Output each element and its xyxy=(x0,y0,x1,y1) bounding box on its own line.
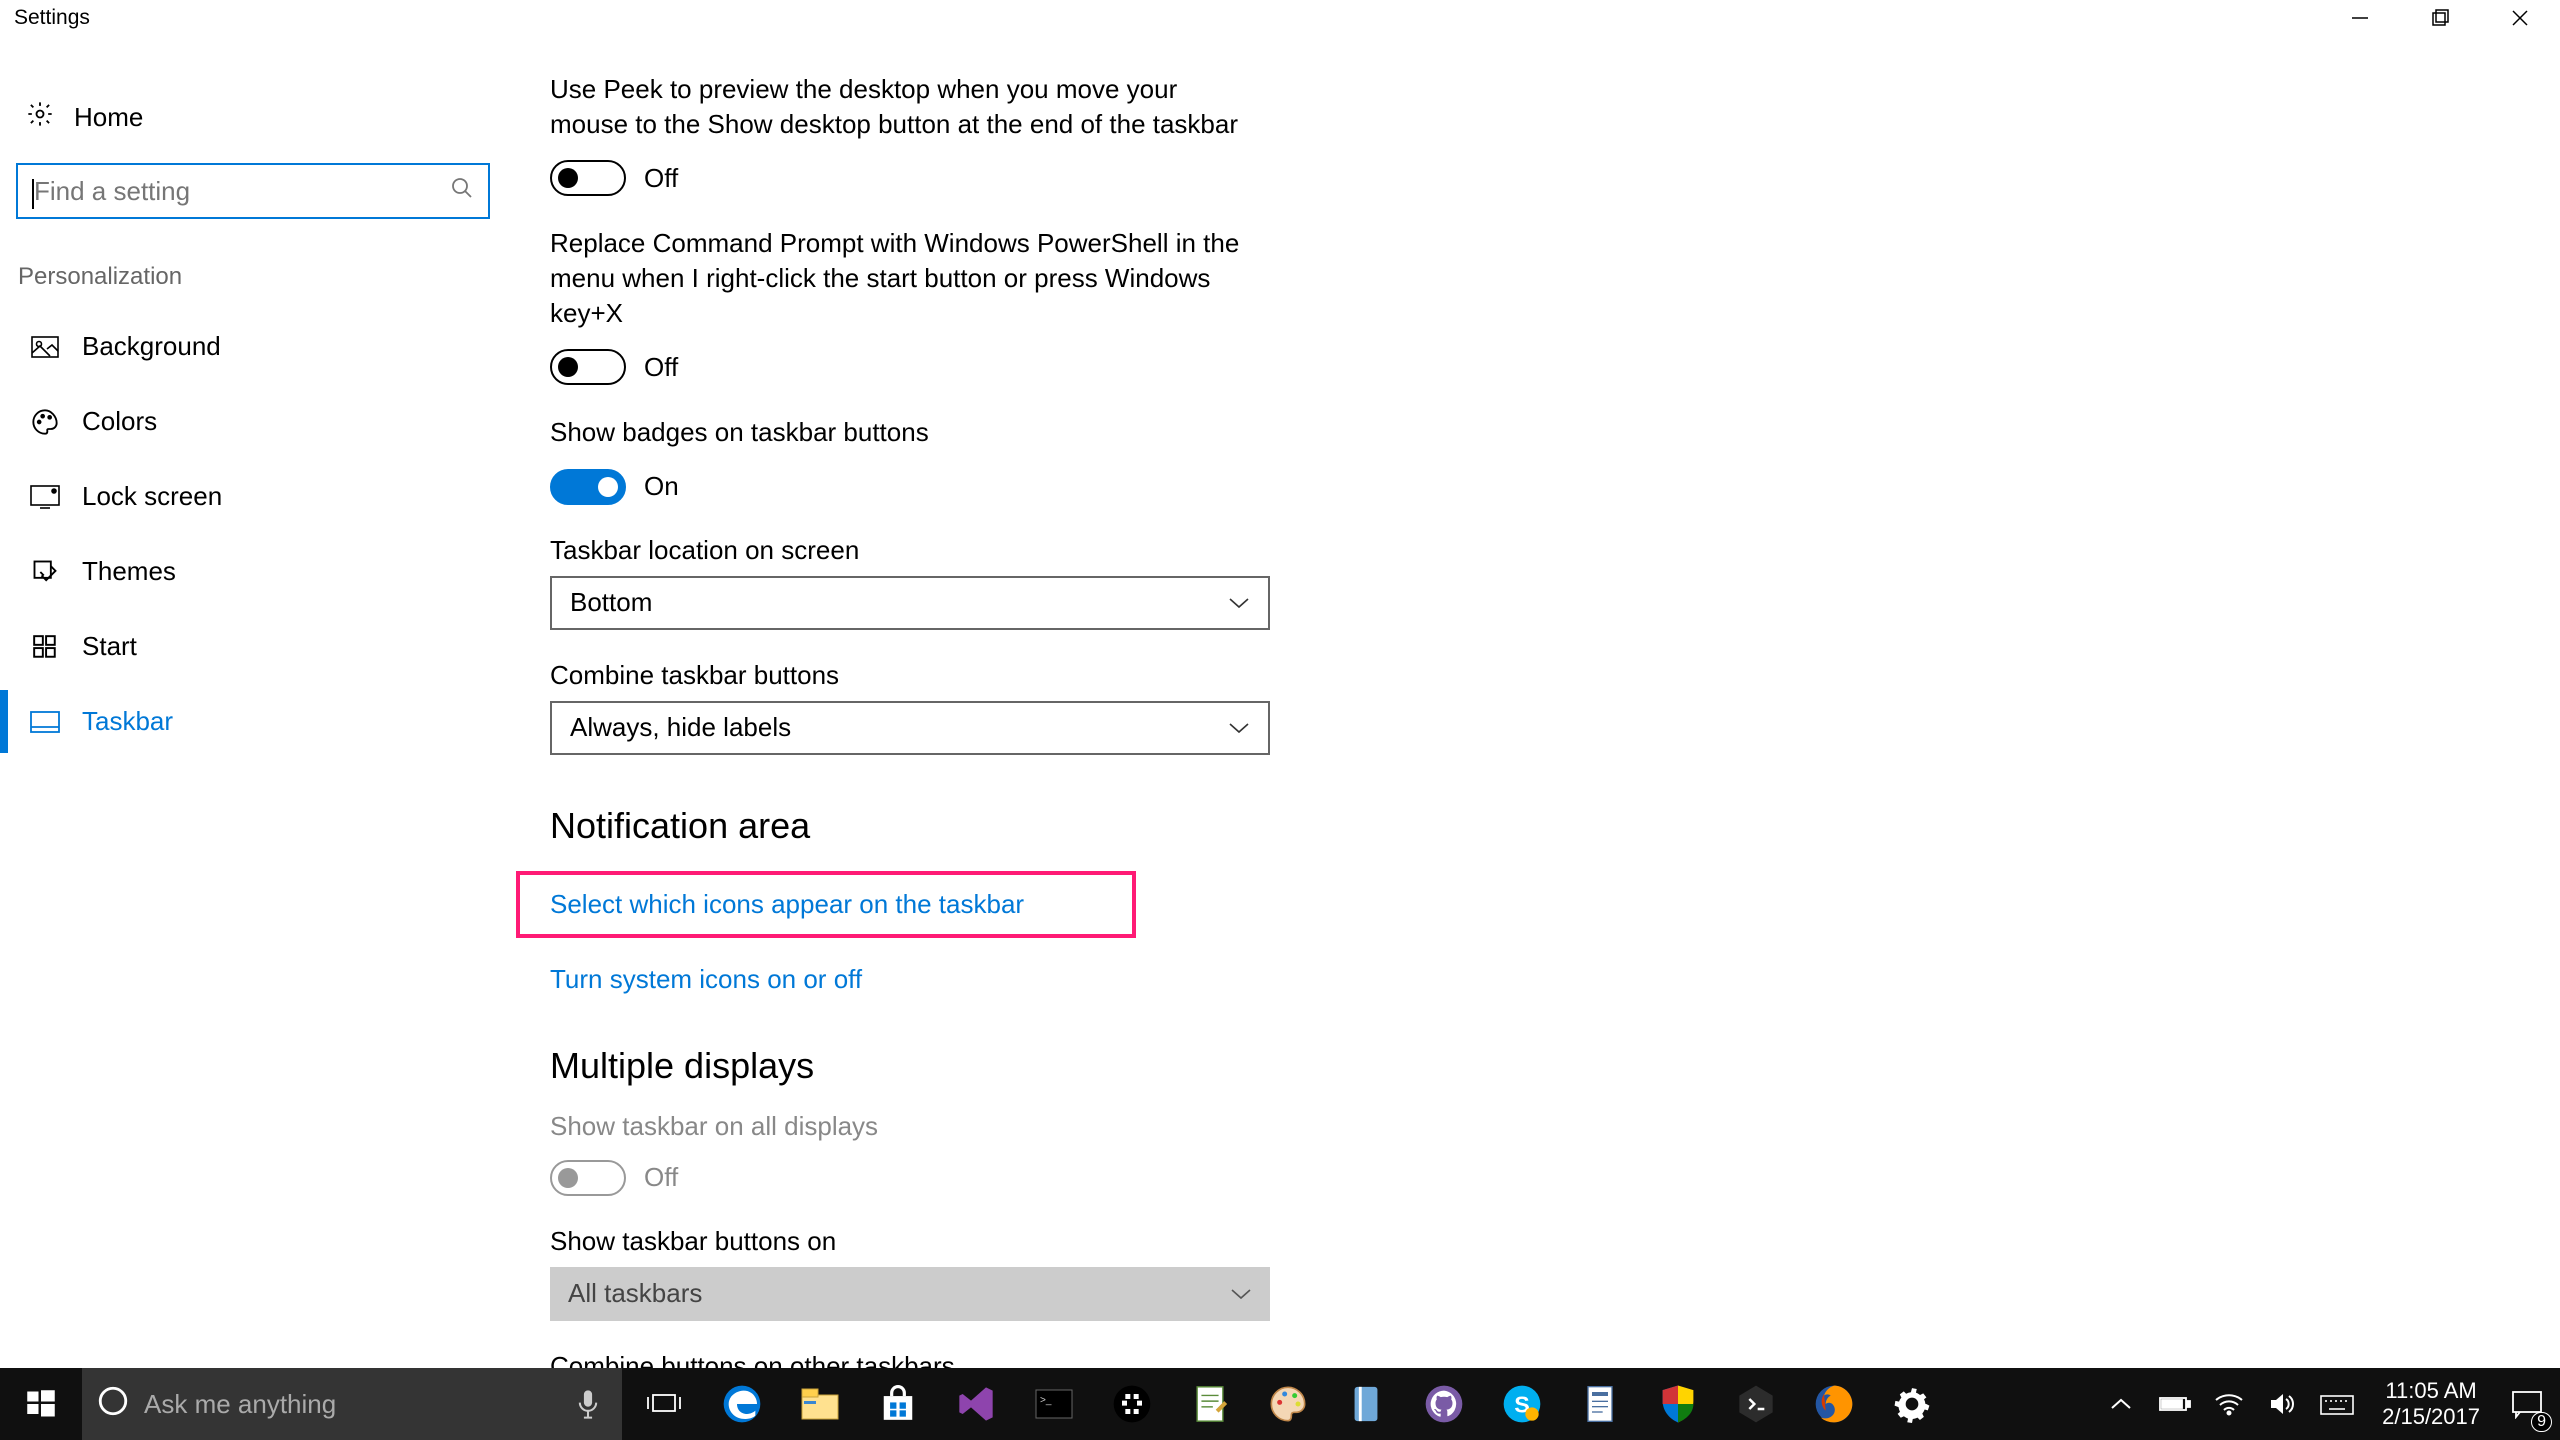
taskbar-app-paint[interactable] xyxy=(1250,1368,1326,1440)
sidebar-item-label: Taskbar xyxy=(82,706,173,737)
taskbar-location-label: Taskbar location on screen xyxy=(550,535,2520,566)
search-placeholder: Find a setting xyxy=(32,176,450,207)
microphone-icon[interactable] xyxy=(568,1389,608,1419)
palette-icon xyxy=(30,407,60,437)
cortana-placeholder: Ask me anything xyxy=(144,1389,336,1420)
taskbar-app-skype[interactable]: S xyxy=(1484,1368,1560,1440)
lockscreen-icon xyxy=(30,482,60,512)
show-buttons-on-dropdown: All taskbars xyxy=(550,1267,1270,1321)
dropdown-value: Always, hide labels xyxy=(570,712,791,743)
window-titlebar: Settings xyxy=(0,0,2560,36)
svg-text:>_: >_ xyxy=(1040,1395,1052,1406)
show-buttons-on-label: Show taskbar buttons on xyxy=(550,1226,2520,1257)
show-taskbar-all-label: Show taskbar on all displays xyxy=(550,1111,2520,1142)
toggle-badges-state: On xyxy=(644,471,679,502)
taskbar-app-bash[interactable] xyxy=(1718,1368,1794,1440)
sidebar-item-label: Lock screen xyxy=(82,481,222,512)
window-title: Settings xyxy=(14,6,90,30)
notification-area-heading: Notification area xyxy=(550,805,2520,847)
windows-taskbar: Ask me anything >_ S 11:05 AM 2/15/2017 … xyxy=(0,1368,2560,1440)
dropdown-value: Bottom xyxy=(570,587,652,618)
taskbar-clock[interactable]: 11:05 AM 2/15/2017 xyxy=(2368,1378,2494,1431)
picture-icon xyxy=(30,332,60,362)
tray-wifi-icon[interactable] xyxy=(2204,1368,2254,1440)
task-view-button[interactable] xyxy=(626,1368,702,1440)
setting-powershell-desc: Replace Command Prompt with Windows Powe… xyxy=(550,226,1250,331)
close-button[interactable] xyxy=(2480,0,2560,36)
start-icon xyxy=(30,632,60,662)
maximize-button[interactable] xyxy=(2400,0,2480,36)
taskbar-app-book[interactable] xyxy=(1328,1368,1404,1440)
tray-battery-icon[interactable] xyxy=(2150,1368,2200,1440)
settings-sidebar: Home Find a setting Personalization Back… xyxy=(0,36,530,1368)
toggle-show-all-displays xyxy=(550,1160,626,1196)
link-select-icons-highlight: Select which icons appear on the taskbar xyxy=(516,871,1136,938)
taskbar-app-defender[interactable] xyxy=(1640,1368,1716,1440)
tray-overflow-button[interactable] xyxy=(2096,1368,2146,1440)
taskbar-app-terminal[interactable]: >_ xyxy=(1016,1368,1092,1440)
sidebar-section-label: Personalization xyxy=(0,233,530,309)
sidebar-item-label: Start xyxy=(82,631,137,662)
window-caption-buttons xyxy=(2320,0,2560,36)
taskbar-app-settings[interactable] xyxy=(1874,1368,1950,1440)
toggle-powershell-state: Off xyxy=(644,352,678,383)
sidebar-item-label: Background xyxy=(82,331,221,362)
cortana-search[interactable]: Ask me anything xyxy=(82,1368,622,1440)
taskbar-app-visualstudio[interactable] xyxy=(938,1368,1014,1440)
settings-content: Use Peek to preview the desktop when you… xyxy=(530,36,2560,1368)
system-tray xyxy=(2096,1368,2368,1440)
dropdown-value: All taskbars xyxy=(568,1278,702,1309)
cortana-icon xyxy=(96,1384,130,1425)
link-select-icons[interactable]: Select which icons appear on the taskbar xyxy=(550,889,1024,920)
minimize-button[interactable] xyxy=(2320,0,2400,36)
link-system-icons[interactable]: Turn system icons on or off xyxy=(550,964,862,995)
chevron-down-icon xyxy=(1228,721,1250,735)
sidebar-item-background[interactable]: Background xyxy=(0,309,530,384)
sidebar-item-label: Colors xyxy=(82,406,157,437)
chevron-down-icon xyxy=(1230,1287,1252,1301)
search-icon xyxy=(450,176,474,207)
tray-volume-icon[interactable] xyxy=(2258,1368,2308,1440)
toggle-powershell[interactable] xyxy=(550,349,626,385)
toggle-badges[interactable] xyxy=(550,469,626,505)
notification-count-badge: 9 xyxy=(2531,1412,2552,1432)
toggle-show-all-state: Off xyxy=(644,1162,678,1193)
taskbar-app-edge[interactable] xyxy=(704,1368,780,1440)
sidebar-item-lockscreen[interactable]: Lock screen xyxy=(0,459,530,534)
taskbar-location-dropdown[interactable]: Bottom xyxy=(550,576,1270,630)
toggle-peek[interactable] xyxy=(550,160,626,196)
chevron-down-icon xyxy=(1228,596,1250,610)
combine-taskbar-label: Combine taskbar buttons xyxy=(550,660,2520,691)
clock-time: 11:05 AM xyxy=(2382,1378,2480,1404)
taskbar-app-slack[interactable] xyxy=(1094,1368,1170,1440)
home-label: Home xyxy=(74,102,143,133)
home-button[interactable]: Home xyxy=(0,86,530,149)
taskbar-app-firefox[interactable] xyxy=(1796,1368,1872,1440)
sidebar-item-label: Themes xyxy=(82,556,176,587)
multiple-displays-heading: Multiple displays xyxy=(550,1045,2520,1087)
taskbar-app-notepadpp[interactable] xyxy=(1172,1368,1248,1440)
taskbar-icon xyxy=(30,707,60,737)
sidebar-item-start[interactable]: Start xyxy=(0,609,530,684)
taskbar-app-explorer[interactable] xyxy=(782,1368,858,1440)
setting-badges-desc: Show badges on taskbar buttons xyxy=(550,415,1250,450)
sidebar-item-colors[interactable]: Colors xyxy=(0,384,530,459)
taskbar-app-document[interactable] xyxy=(1562,1368,1638,1440)
action-center-button[interactable]: 9 xyxy=(2494,1368,2560,1440)
setting-peek-desc: Use Peek to preview the desktop when you… xyxy=(550,72,1250,142)
combine-taskbar-dropdown[interactable]: Always, hide labels xyxy=(550,701,1270,755)
start-button[interactable] xyxy=(0,1368,82,1440)
themes-icon xyxy=(30,557,60,587)
toggle-peek-state: Off xyxy=(644,163,678,194)
clock-date: 2/15/2017 xyxy=(2382,1404,2480,1430)
search-input[interactable]: Find a setting xyxy=(16,163,490,219)
taskbar-app-github[interactable] xyxy=(1406,1368,1482,1440)
sidebar-item-taskbar[interactable]: Taskbar xyxy=(0,684,530,759)
tray-keyboard-icon[interactable] xyxy=(2312,1368,2362,1440)
taskbar-app-store[interactable] xyxy=(860,1368,936,1440)
sidebar-item-themes[interactable]: Themes xyxy=(0,534,530,609)
gear-icon xyxy=(26,100,54,135)
